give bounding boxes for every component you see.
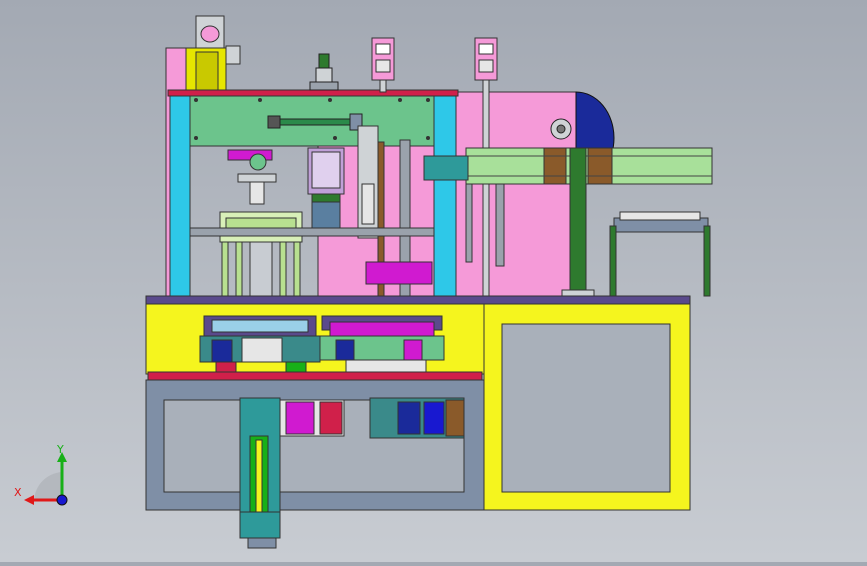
top-small-cylinder: [309, 53, 339, 91]
cad-viewport[interactable]: Y X: [0, 0, 867, 562]
machine-assembly-drawing: Y X: [14, 15, 713, 549]
coordinate-triad: Y X: [14, 443, 68, 506]
right-yellow-cabinet: [483, 303, 691, 511]
base-crimson-rail: [147, 371, 483, 381]
top-motor-assembly: [185, 15, 241, 93]
magenta-clamp-block: [365, 261, 433, 285]
gripper-assembly: [227, 149, 277, 205]
top-crimson-rail: [167, 89, 459, 97]
table-top-purple: [145, 295, 691, 305]
purple-slide-block: [307, 147, 345, 237]
roller-stand: [609, 211, 711, 297]
triad-y-label: Y: [56, 443, 64, 456]
top-pink-cylinder-1: [371, 37, 395, 93]
triad-x-label: X: [14, 486, 22, 499]
